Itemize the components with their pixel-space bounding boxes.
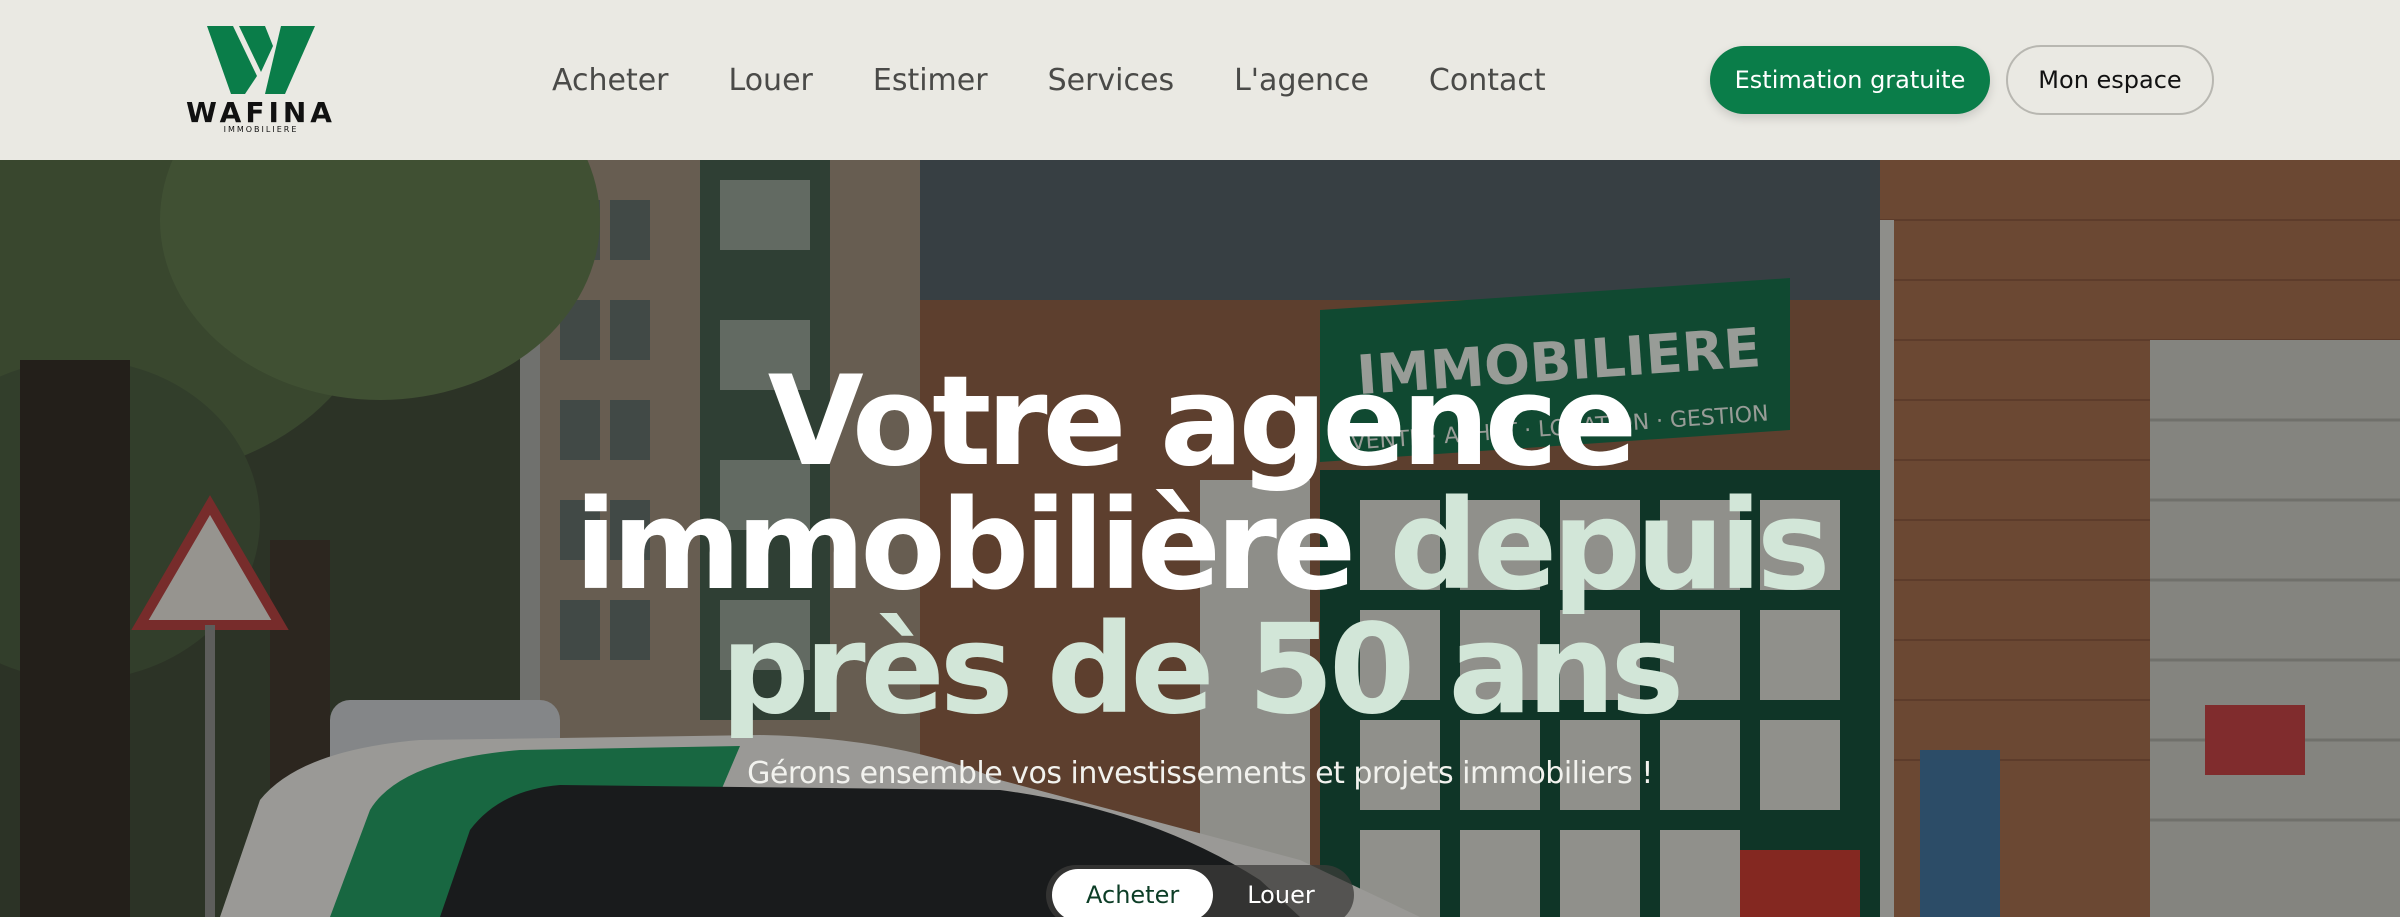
main-nav: Acheter Louer Estimer Services L'agence … bbox=[552, 58, 1546, 102]
hero-title-line-1: Votre agence bbox=[767, 350, 1638, 494]
nav-item-estimer[interactable]: Estimer bbox=[873, 63, 988, 98]
site-header: WAFINA IMMOBILIERE Acheter Louer Estimer… bbox=[0, 0, 2400, 160]
nav-item-services[interactable]: Services bbox=[1048, 63, 1175, 98]
my-account-button[interactable]: Mon espace bbox=[2006, 45, 2214, 115]
hero-title-line-3: près de 50 ans bbox=[720, 598, 1685, 742]
brand-logo[interactable]: WAFINA IMMOBILIERE bbox=[185, 24, 337, 136]
nav-item-acheter[interactable]: Acheter bbox=[552, 63, 669, 98]
hero-title-line-2-accent: depuis bbox=[1389, 474, 1830, 618]
brand-tagline: IMMOBILIERE bbox=[223, 125, 299, 134]
nav-item-contact[interactable]: Contact bbox=[1429, 63, 1546, 98]
hero-title-line-2: immobilière depuis bbox=[0, 484, 2400, 608]
tab-acheter[interactable]: Acheter bbox=[1052, 869, 1214, 917]
nav-item-agence[interactable]: L'agence bbox=[1234, 63, 1369, 98]
search-mode-tabs: Acheter Louer bbox=[1046, 865, 1354, 917]
tab-louer[interactable]: Louer bbox=[1213, 869, 1348, 917]
free-estimate-button[interactable]: Estimation gratuite bbox=[1710, 46, 1990, 114]
nav-item-louer[interactable]: Louer bbox=[729, 63, 813, 98]
hero-title: Votre agence immobilière depuis près de … bbox=[0, 360, 2400, 732]
hero-section: IMMOBILIERE VENTE · ACHAT · LOCATION · G… bbox=[0, 160, 2400, 917]
wafina-w-icon bbox=[207, 26, 315, 94]
hero-title-line-2-white: immobilière bbox=[574, 474, 1356, 618]
hero-subtitle: Gérons ensemble vos investissements et p… bbox=[747, 756, 1653, 791]
